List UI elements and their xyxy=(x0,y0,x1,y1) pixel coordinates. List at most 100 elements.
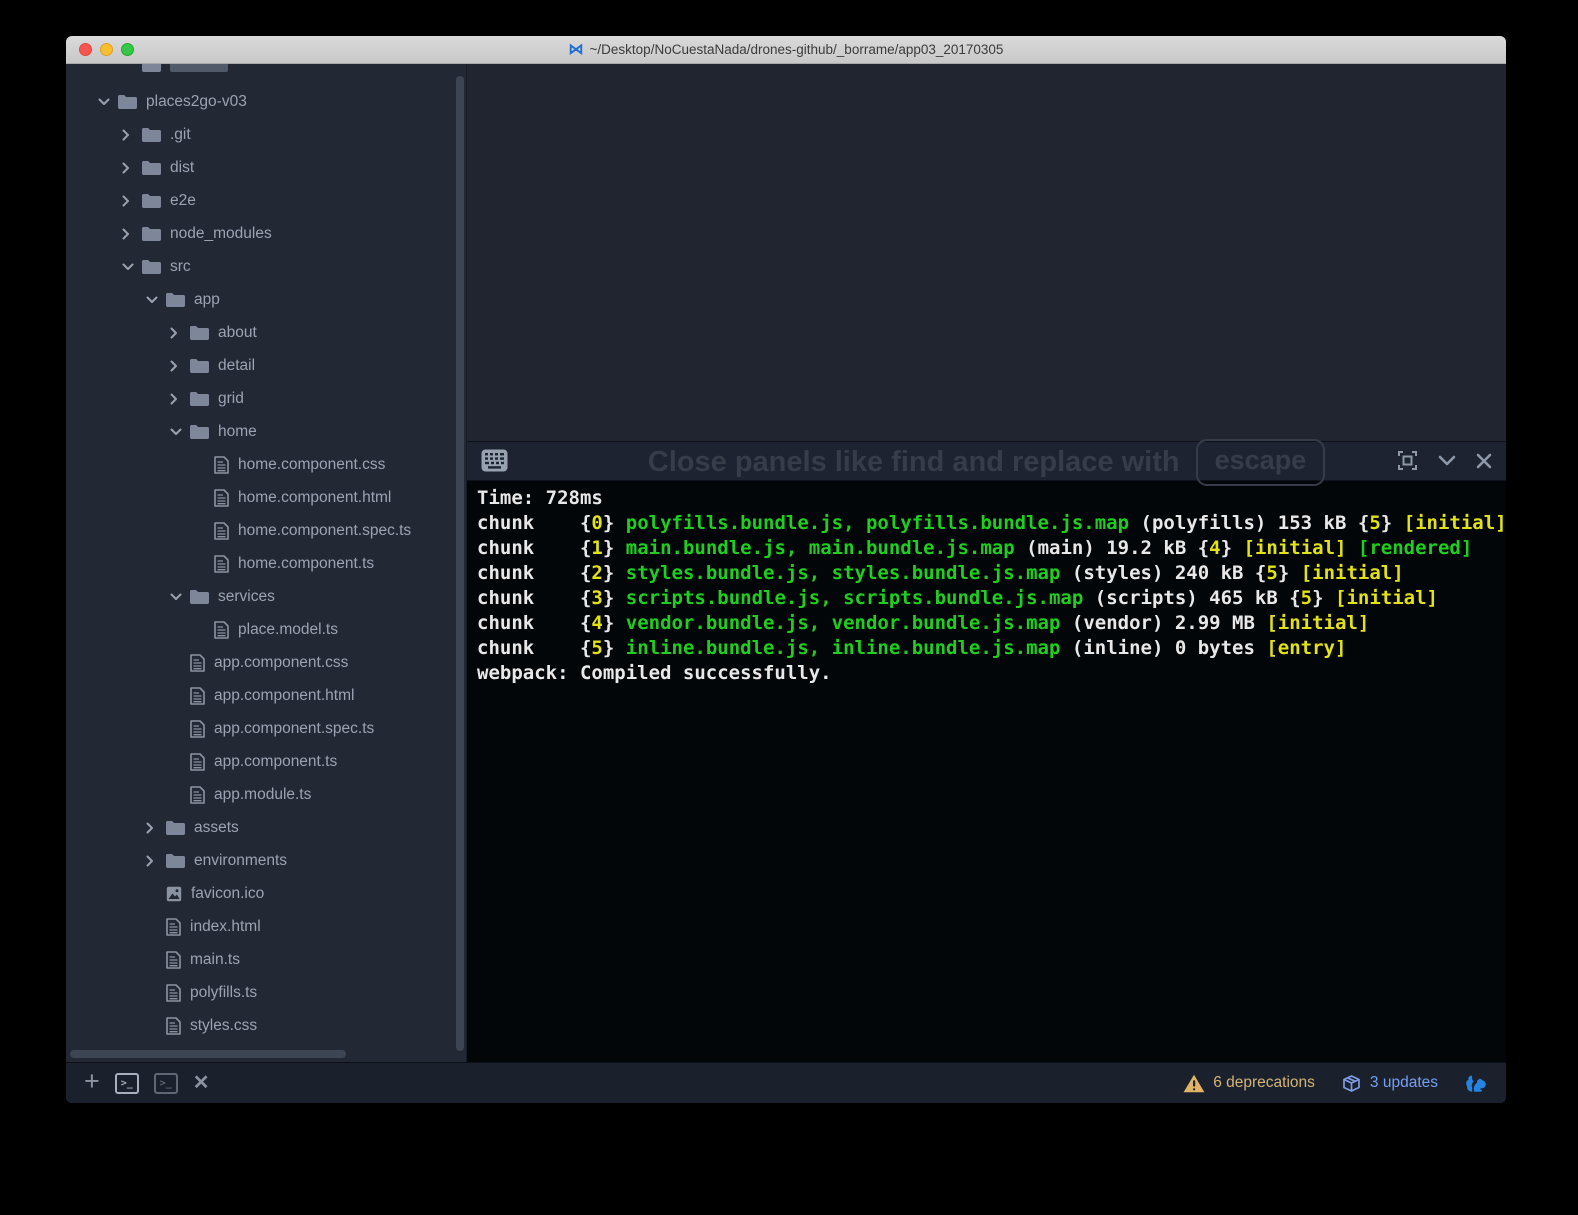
tree-item-label: app.component.css xyxy=(214,653,349,671)
tree-item-home[interactable]: home xyxy=(66,415,466,448)
chevron-down-icon[interactable] xyxy=(170,428,190,436)
close-icon[interactable]: ✕ xyxy=(193,1073,210,1093)
terminal-panel-icon[interactable]: >_ xyxy=(153,1072,178,1094)
tree-item-environments[interactable]: environments xyxy=(66,844,466,877)
terminal-line: webpack: Compiled successfully. xyxy=(477,661,832,684)
squirrel-icon[interactable] xyxy=(1464,1072,1488,1094)
tree-item-detail[interactable]: detail xyxy=(66,349,466,382)
chevron-right-icon[interactable] xyxy=(122,195,142,207)
tree-item--git[interactable]: .git xyxy=(66,118,466,151)
tree-item-label: dist xyxy=(170,158,195,176)
warning-triangle-icon xyxy=(1183,1074,1205,1093)
tree-item-main-ts[interactable]: main.ts xyxy=(66,943,466,976)
chevron-right-icon[interactable] xyxy=(122,228,142,240)
clipped-tree-item xyxy=(66,64,466,81)
tree-item-app-component-spec-ts[interactable]: app.component.spec.ts xyxy=(66,712,466,745)
tree-item-label: place.model.ts xyxy=(238,620,338,638)
file-tree-panel[interactable]: places2go-v03 .git dist e2e node_modules src a… xyxy=(66,64,467,1062)
tree-item-home-component-spec-ts[interactable]: home.component.spec.ts xyxy=(66,514,466,547)
chevron-right-icon[interactable] xyxy=(146,822,166,834)
tree-item-app-component-css[interactable]: app.component.css xyxy=(66,646,466,679)
tree-item-label: styles.css xyxy=(190,1016,258,1034)
tree-item-favicon-ico[interactable]: favicon.ico xyxy=(66,877,466,910)
file-icon xyxy=(190,686,205,705)
titlebar[interactable]: ⋈ ~/Desktop/NoCuestaNada/drones-github/_… xyxy=(66,36,1506,64)
tree-item-e2e[interactable]: e2e xyxy=(66,184,466,217)
tree-vertical-scrollbar[interactable] xyxy=(456,76,464,1051)
chevron-right-icon[interactable] xyxy=(122,129,142,141)
chevron-right-icon[interactable] xyxy=(146,855,166,867)
file-icon xyxy=(214,488,229,507)
tree-horizontal-scrollbar[interactable] xyxy=(70,1050,346,1058)
tree-item-place-model-ts[interactable]: place.model.ts xyxy=(66,613,466,646)
folder-icon xyxy=(142,127,161,142)
terminal-line: chunk {5} inline.bundle.js, inline.bundl… xyxy=(477,636,1347,659)
tree-item-app-component-ts[interactable]: app.component.ts xyxy=(66,745,466,778)
plus-icon[interactable]: + xyxy=(84,1068,100,1095)
tree-item-assets[interactable]: assets xyxy=(66,811,466,844)
updates-status[interactable]: 3 updates xyxy=(1341,1073,1438,1094)
terminal-output-panel[interactable]: Time: 728ms chunk {0} polyfills.bundle.js… xyxy=(467,480,1506,1062)
updates-label: 3 updates xyxy=(1369,1074,1438,1091)
chevron-right-icon[interactable] xyxy=(122,162,142,174)
tree-item-index-html[interactable]: index.html xyxy=(66,910,466,943)
tree-item-services[interactable]: services xyxy=(66,580,466,613)
tree-item-grid[interactable]: grid xyxy=(66,382,466,415)
folder-icon xyxy=(142,193,161,208)
close-window-button[interactable] xyxy=(79,43,92,56)
folder-icon xyxy=(118,94,137,109)
chevron-down-icon[interactable] xyxy=(122,263,142,271)
tree-item-label: app.component.ts xyxy=(214,752,338,770)
tree-item-about[interactable]: about xyxy=(66,316,466,349)
terminal-panel-icon-active[interactable]: >_ xyxy=(114,1072,139,1094)
file-icon xyxy=(190,785,205,804)
tree-item-label: home.component.css xyxy=(238,455,386,473)
terminal-line: chunk {1} main.bundle.js, main.bundle.js… xyxy=(477,536,1473,559)
tree-item-label: home xyxy=(218,422,257,440)
file-icon xyxy=(166,950,181,969)
tree-item-label: environments xyxy=(194,851,288,869)
status-bar: + >_ >_ ✕ 6 deprecations 3 updates xyxy=(66,1062,1506,1103)
file-icon xyxy=(214,521,229,540)
tree-item-home-component-ts[interactable]: home.component.ts xyxy=(66,547,466,580)
file-icon xyxy=(214,455,229,474)
chevron-down-icon[interactable] xyxy=(146,296,166,304)
tree-item-home-component-html[interactable]: home.component.html xyxy=(66,481,466,514)
minimize-window-button[interactable] xyxy=(100,43,113,56)
deprecations-status[interactable]: 6 deprecations xyxy=(1183,1074,1315,1093)
file-icon xyxy=(214,620,229,639)
file-icon xyxy=(166,1016,181,1035)
tree-item-label: index.html xyxy=(190,917,261,935)
bowtie-code-icon: ⋈ xyxy=(568,41,584,58)
chevron-right-icon[interactable] xyxy=(170,360,190,372)
file-icon xyxy=(190,653,205,672)
tree-item-polyfills-ts[interactable]: polyfills.ts xyxy=(66,976,466,1009)
editor-pane[interactable]: Close panels like find and replace with … xyxy=(467,64,1506,486)
tree-item-label: assets xyxy=(194,818,239,836)
tree-item-node-modules[interactable]: node_modules xyxy=(66,217,466,250)
tree-item-label: app xyxy=(194,290,220,308)
tree-item-app-module-ts[interactable]: app.module.ts xyxy=(66,778,466,811)
tree-item-app-component-html[interactable]: app.component.html xyxy=(66,679,466,712)
chevron-right-icon[interactable] xyxy=(170,393,190,405)
tree-item-label: app.component.html xyxy=(214,686,355,704)
tree-item-label: app.module.ts xyxy=(214,785,312,803)
tree-item-styles-css[interactable]: styles.css xyxy=(66,1009,466,1042)
chevron-down-icon[interactable] xyxy=(170,593,190,601)
tree-item-label: favicon.ico xyxy=(191,884,265,902)
file-icon xyxy=(166,983,181,1002)
folder-icon xyxy=(190,391,209,406)
folder-icon xyxy=(166,820,185,835)
app-window: ⋈ ~/Desktop/NoCuestaNada/drones-github/_… xyxy=(66,36,1506,1103)
tree-item-src[interactable]: src xyxy=(66,250,466,283)
deprecations-label: 6 deprecations xyxy=(1213,1074,1315,1091)
traffic-lights xyxy=(79,43,134,56)
chevron-right-icon[interactable] xyxy=(170,327,190,339)
zoom-window-button[interactable] xyxy=(121,43,134,56)
tree-item-places2go-v03[interactable]: places2go-v03 xyxy=(66,85,466,118)
tree-item-dist[interactable]: dist xyxy=(66,151,466,184)
tree-item-app[interactable]: app xyxy=(66,283,466,316)
window-title: ⋈ ~/Desktop/NoCuestaNada/drones-github/_… xyxy=(569,42,1004,57)
chevron-down-icon[interactable] xyxy=(98,98,118,106)
tree-item-home-component-css[interactable]: home.component.css xyxy=(66,448,466,481)
